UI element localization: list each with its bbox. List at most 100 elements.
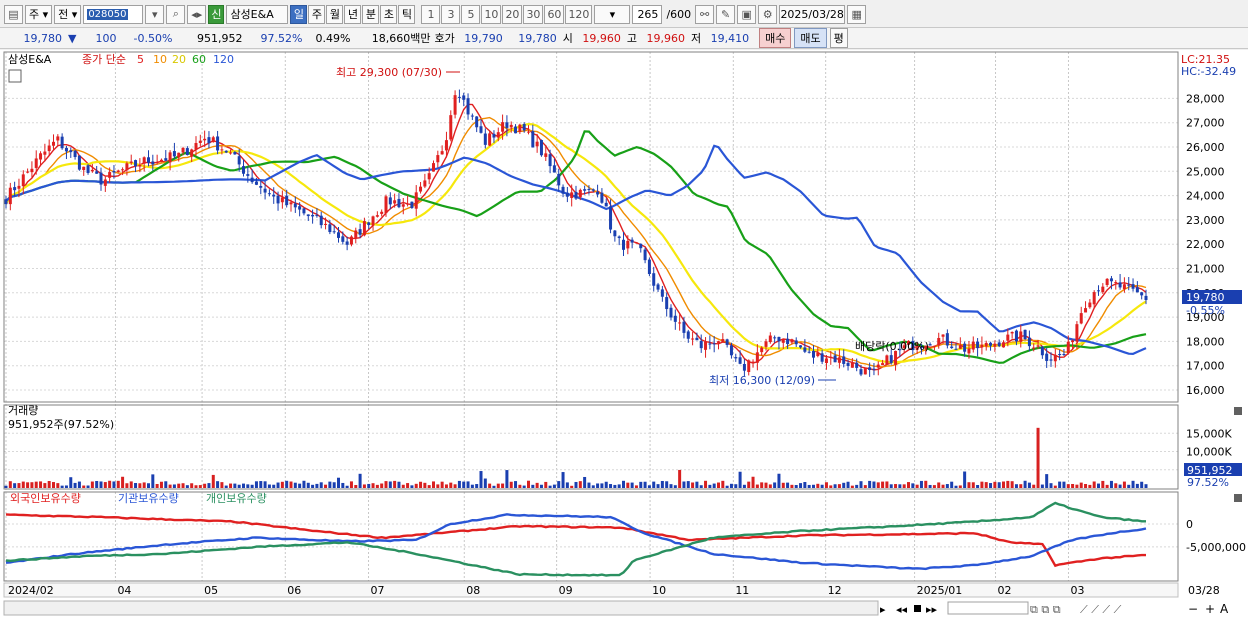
period-tab-3[interactable]: 년 [344, 4, 362, 24]
count-input[interactable]: 265 [632, 4, 663, 24]
interval-tab-3[interactable]: 3 [441, 4, 461, 24]
drawing-tools-icon[interactable]: ⟋ ⟋ ⟋ ⟋ [1080, 603, 1122, 616]
volume-bar [522, 485, 526, 488]
volume-bar [233, 483, 237, 488]
candle-body [518, 124, 522, 133]
candle-body [958, 345, 962, 349]
mode-select[interactable]: 주 ▾ [25, 4, 53, 24]
interval-tab-1[interactable]: 1 [421, 4, 441, 24]
candle-body [358, 229, 362, 235]
candle-body [112, 171, 116, 173]
period-tab-1[interactable]: 주 [308, 4, 326, 24]
volume-bar [207, 483, 211, 488]
search-icon[interactable]: ⌕ [166, 4, 186, 24]
volume-bar [764, 482, 768, 488]
candle-body [449, 115, 453, 140]
interval-tab-20[interactable]: 20 [502, 4, 523, 24]
period-tab-6[interactable]: 틱 [398, 4, 416, 24]
volume-bar [280, 481, 284, 488]
volume-bar [26, 482, 30, 488]
stock-chart[interactable]: 16,00017,00018,00019,00020,00021,00022,0… [0, 50, 1248, 621]
candle-body [345, 241, 349, 245]
save-icon[interactable]: ▣ [737, 4, 757, 24]
volume-bar [1045, 474, 1049, 488]
scroll-right-icon[interactable]: ▸ [880, 603, 886, 616]
candle-body [544, 153, 548, 157]
holdings-panel-close-icon[interactable] [1234, 494, 1242, 502]
fast-forward-icon[interactable]: ▸▸ [926, 603, 938, 616]
volume-bar [138, 483, 142, 488]
period-tab-5[interactable]: 초 [380, 4, 398, 24]
volume-bar [134, 483, 138, 488]
volume-bar [678, 469, 682, 488]
layout-icon[interactable]: ▤ [4, 4, 23, 24]
gear-icon[interactable]: ⚙ [758, 4, 778, 24]
price-tick-label: 21,000 [1186, 263, 1225, 276]
stop-icon[interactable] [914, 605, 921, 612]
candle-body [30, 168, 34, 173]
candle-body [73, 150, 77, 158]
buy-button[interactable]: 매수 [759, 28, 792, 48]
horizontal-scrollbar[interactable] [3, 600, 879, 616]
period-tab-4[interactable]: 분 [362, 4, 380, 24]
volume-bar [90, 481, 94, 488]
volume-panel-close-icon[interactable] [1234, 407, 1242, 415]
candle-body [950, 346, 954, 349]
volume-bar [738, 471, 742, 488]
interval-dropdown[interactable]: ▾ [594, 4, 631, 24]
compare-icon[interactable]: ⧉ ⧉ ⧉ [1030, 603, 1061, 616]
current-change-label: -0.55% [1186, 304, 1225, 317]
volume-bar [496, 483, 500, 488]
stock-name-field[interactable]: 삼성E&A [226, 4, 289, 24]
candle-body [172, 151, 176, 157]
table-icon[interactable] [8, 69, 22, 83]
candle-body [889, 355, 893, 363]
candle-body [976, 341, 980, 349]
draw-icon[interactable]: ✎ [716, 4, 736, 24]
candle-body [1006, 334, 1010, 341]
rewind-icon[interactable]: ◂◂ [896, 603, 908, 616]
volume-bar [669, 484, 673, 488]
candle-body [242, 166, 245, 174]
indicator-icon[interactable]: ⚯ [695, 4, 715, 24]
volume-panel-subtitle: 951,952주(97.52%) [8, 418, 114, 431]
candle-body [246, 174, 250, 176]
zoom-in-icon[interactable]: + [1205, 602, 1215, 616]
font-size-icon[interactable]: A [1220, 602, 1229, 616]
interval-tab-30[interactable]: 30 [523, 4, 544, 24]
volume-bar [807, 484, 811, 488]
x-tick-label: 09 [559, 584, 573, 597]
candle-body [1101, 286, 1105, 293]
calendar-icon[interactable]: ▦ [847, 4, 867, 24]
volume-bar [924, 480, 928, 488]
interval-tab-60[interactable]: 60 [544, 4, 565, 24]
candle-body [514, 126, 518, 134]
volume-bar [790, 484, 794, 488]
candle-body [432, 163, 435, 172]
candle-body [522, 124, 526, 131]
period-tab-2[interactable]: 월 [326, 4, 344, 24]
candle-body [816, 352, 820, 357]
zoom-slider[interactable] [947, 601, 1029, 615]
prev-select[interactable]: 전 ▾ [54, 4, 82, 24]
candle-body [764, 341, 768, 347]
stock-code-input[interactable]: 028050 [83, 4, 144, 24]
dropdown-icon[interactable]: ▾ [145, 4, 165, 24]
interval-tab-120[interactable]: 120 [565, 4, 593, 24]
volume-bar [354, 485, 358, 488]
interval-tab-10[interactable]: 10 [481, 4, 502, 24]
volume-tick-label: 10,000K [1186, 446, 1232, 459]
candle-body [337, 232, 340, 238]
candle-body [1144, 295, 1148, 300]
price-tick-label: 24,000 [1186, 190, 1225, 203]
date-input[interactable]: 2025/03/28 [779, 4, 846, 24]
speaker-icon[interactable]: ◂▸ [187, 4, 207, 24]
eval-button[interactable]: 평 [829, 28, 848, 48]
period-tab-0[interactable]: 일 [290, 4, 308, 24]
x-tick-label: 10 [652, 584, 666, 597]
interval-tab-5[interactable]: 5 [461, 4, 481, 24]
volume-bar [876, 482, 880, 488]
candle-body [868, 367, 872, 371]
zoom-out-icon[interactable]: − [1188, 602, 1198, 616]
sell-button[interactable]: 매도 [794, 28, 827, 48]
